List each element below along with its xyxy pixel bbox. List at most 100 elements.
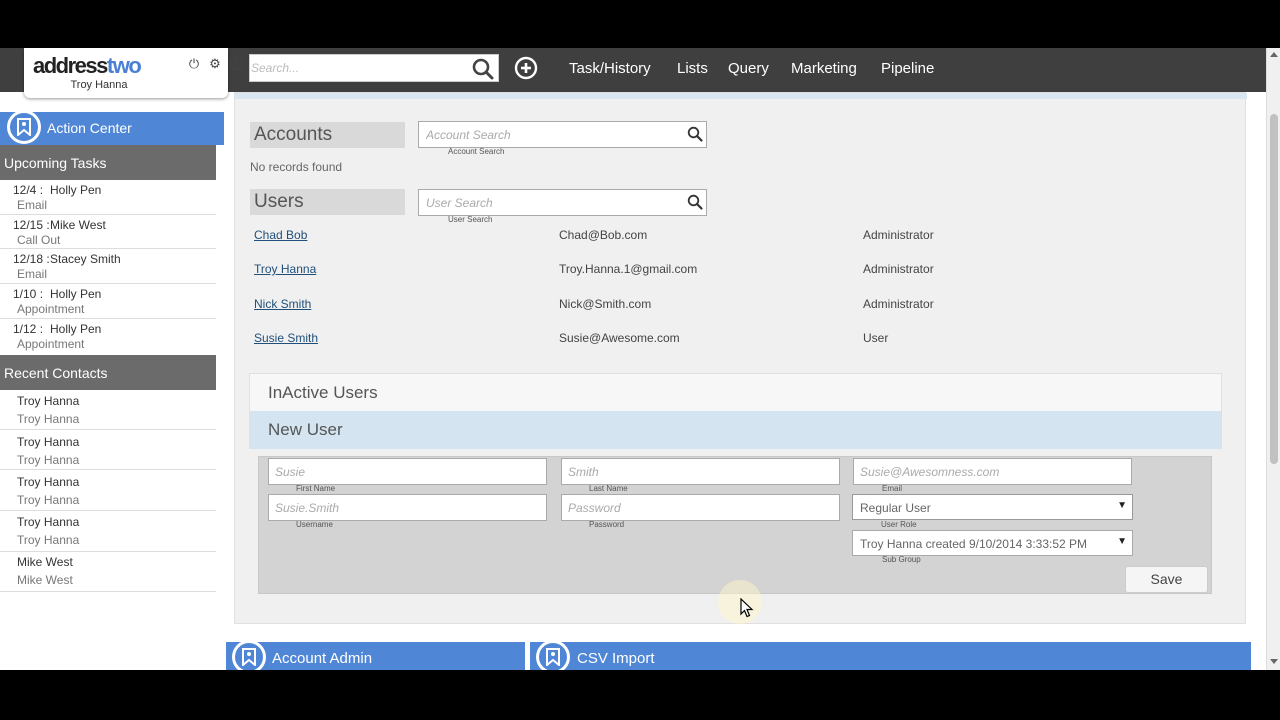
task-type: Appointment bbox=[17, 337, 85, 351]
account-search[interactable] bbox=[418, 121, 707, 148]
task-item[interactable]: 1/12 : Holly Pen Appointment bbox=[0, 319, 216, 354]
task-date: 12/18 : bbox=[13, 252, 50, 266]
scroll-down-icon[interactable] bbox=[1270, 659, 1278, 664]
password-field[interactable] bbox=[561, 494, 840, 521]
nav-query[interactable]: Query bbox=[728, 60, 769, 77]
users-title: Users bbox=[250, 189, 405, 215]
global-search-input[interactable] bbox=[250, 55, 470, 81]
mouse-cursor-icon bbox=[740, 598, 754, 618]
contact-sub: Troy Hanna bbox=[17, 412, 80, 426]
user-name-link[interactable]: Susie Smith bbox=[254, 331, 318, 345]
user-name-link[interactable]: Nick Smith bbox=[254, 297, 311, 311]
nav-lists[interactable]: Lists bbox=[677, 60, 708, 77]
task-type: Email bbox=[17, 198, 48, 212]
user-name-link[interactable]: Troy Hanna bbox=[254, 262, 316, 276]
last-name-input[interactable] bbox=[568, 463, 833, 481]
email-input[interactable] bbox=[860, 463, 1125, 481]
task-type: Appointment bbox=[17, 302, 85, 316]
password-label: Password bbox=[589, 520, 625, 529]
accounts-title: Accounts bbox=[250, 122, 405, 148]
sub-group-select[interactable]: Troy Hanna created 9/10/2014 3:33:52 PM … bbox=[852, 530, 1133, 556]
task-item[interactable]: 1/10 : Holly Pen Appointment bbox=[0, 284, 216, 319]
task-date: 12/4 : bbox=[13, 183, 44, 197]
new-user-header[interactable]: New User bbox=[250, 411, 1221, 449]
user-role: Administrator bbox=[863, 228, 934, 242]
action-center-label: Action Center bbox=[47, 120, 132, 136]
dropdown-arrow-icon: ▼ bbox=[1117, 500, 1127, 511]
power-icon[interactable]: ⏻ bbox=[187, 57, 201, 71]
password-input[interactable] bbox=[568, 499, 833, 517]
users-accordion: InActive Users New User bbox=[249, 373, 1222, 449]
last-name-field[interactable] bbox=[561, 458, 840, 485]
scroll-thumb[interactable] bbox=[1270, 114, 1278, 464]
contact-sub: Troy Hanna bbox=[17, 533, 80, 547]
task-type: Email bbox=[17, 267, 48, 281]
nav-pipeline[interactable]: Pipeline bbox=[881, 60, 934, 77]
email-field[interactable] bbox=[853, 458, 1132, 485]
contact-sub: Troy Hanna bbox=[17, 453, 80, 467]
csv-import-label: CSV Import bbox=[577, 650, 655, 667]
task-type: Call Out bbox=[17, 233, 61, 247]
user-search-input[interactable] bbox=[426, 193, 681, 213]
dropdown-arrow-icon: ▼ bbox=[1117, 536, 1127, 547]
user-role-select[interactable]: Regular User ▼ bbox=[852, 494, 1133, 520]
save-button[interactable]: Save bbox=[1125, 566, 1208, 593]
task-item[interactable]: 12/15 : Mike West Call Out bbox=[0, 215, 216, 249]
task-date: 1/10 : bbox=[13, 287, 44, 301]
contact-sub: Mike West bbox=[17, 573, 73, 587]
user-search-label: User Search bbox=[448, 215, 493, 224]
logo[interactable]: addresstwo bbox=[33, 53, 142, 79]
contact-name: Troy Hanna bbox=[17, 515, 80, 529]
account-admin-tile[interactable]: Account Admin bbox=[226, 640, 525, 670]
contact-name: Troy Hanna bbox=[17, 475, 80, 489]
contact-item[interactable]: Troy Hanna Troy Hanna bbox=[0, 430, 216, 470]
scroll-up-icon[interactable] bbox=[1270, 52, 1278, 57]
username-field[interactable] bbox=[268, 494, 547, 521]
bookmark-badge-icon bbox=[232, 640, 266, 670]
account-search-input[interactable] bbox=[426, 125, 681, 145]
user-role-value: Regular User bbox=[860, 501, 931, 515]
contact-item[interactable]: Troy Hanna Troy Hanna bbox=[0, 511, 216, 552]
task-date: 1/12 : bbox=[13, 322, 44, 336]
account-search-label: Account Search bbox=[448, 147, 505, 156]
task-contact: Stacey Smith bbox=[50, 252, 121, 266]
first-name-input[interactable] bbox=[275, 463, 540, 481]
user-search[interactable] bbox=[418, 189, 707, 216]
inactive-users-header[interactable]: InActive Users bbox=[250, 374, 1221, 411]
user-name-link[interactable]: Chad Bob bbox=[254, 228, 307, 242]
task-date: 12/15 : bbox=[13, 218, 50, 232]
task-item[interactable]: 12/18 : Stacey Smith Email bbox=[0, 249, 216, 284]
nav-marketing[interactable]: Marketing bbox=[791, 60, 857, 77]
user-email: Susie@Awesome.com bbox=[559, 331, 680, 345]
contact-item[interactable]: Troy Hanna Troy Hanna bbox=[0, 470, 216, 511]
user-role-label: User Role bbox=[881, 520, 917, 529]
recent-contacts-header: Recent Contacts bbox=[0, 355, 216, 390]
main-top-strip bbox=[235, 93, 1247, 99]
user-email: Chad@Bob.com bbox=[559, 228, 648, 242]
contact-name: Mike West bbox=[17, 555, 73, 569]
contact-item[interactable]: Mike West Mike West bbox=[0, 552, 216, 592]
search-icon[interactable] bbox=[687, 194, 703, 210]
user-email: Troy.Hanna.1@gmail.com bbox=[559, 262, 698, 276]
contact-sub: Troy Hanna bbox=[17, 493, 80, 507]
task-item[interactable]: 12/4 : Holly Pen Email bbox=[0, 180, 216, 215]
action-center-button[interactable]: Action Center bbox=[0, 110, 224, 145]
user-role: Administrator bbox=[863, 262, 934, 276]
search-icon[interactable] bbox=[687, 126, 703, 142]
no-records-message: No records found bbox=[250, 160, 343, 174]
last-name-label: Last Name bbox=[589, 484, 628, 493]
search-icon[interactable] bbox=[472, 58, 494, 80]
app-window: Task/History Lists Query Marketing Pipel… bbox=[0, 48, 1280, 670]
first-name-field[interactable] bbox=[268, 458, 547, 485]
add-circle-icon[interactable] bbox=[514, 56, 538, 80]
global-search[interactable] bbox=[249, 54, 499, 82]
sub-group-value: Troy Hanna created 9/10/2014 3:33:52 PM bbox=[860, 537, 1088, 551]
csv-import-tile[interactable]: CSV Import bbox=[530, 640, 1251, 670]
help-icon[interactable]: ? bbox=[230, 57, 243, 70]
page-scrollbar[interactable] bbox=[1266, 48, 1280, 670]
user-email: Nick@Smith.com bbox=[559, 297, 652, 311]
username-input[interactable] bbox=[275, 499, 540, 517]
nav-task-history[interactable]: Task/History bbox=[569, 60, 651, 77]
gear-icon[interactable]: ⚙ bbox=[208, 57, 222, 71]
contact-item[interactable]: Troy Hanna Troy Hanna bbox=[0, 390, 216, 430]
